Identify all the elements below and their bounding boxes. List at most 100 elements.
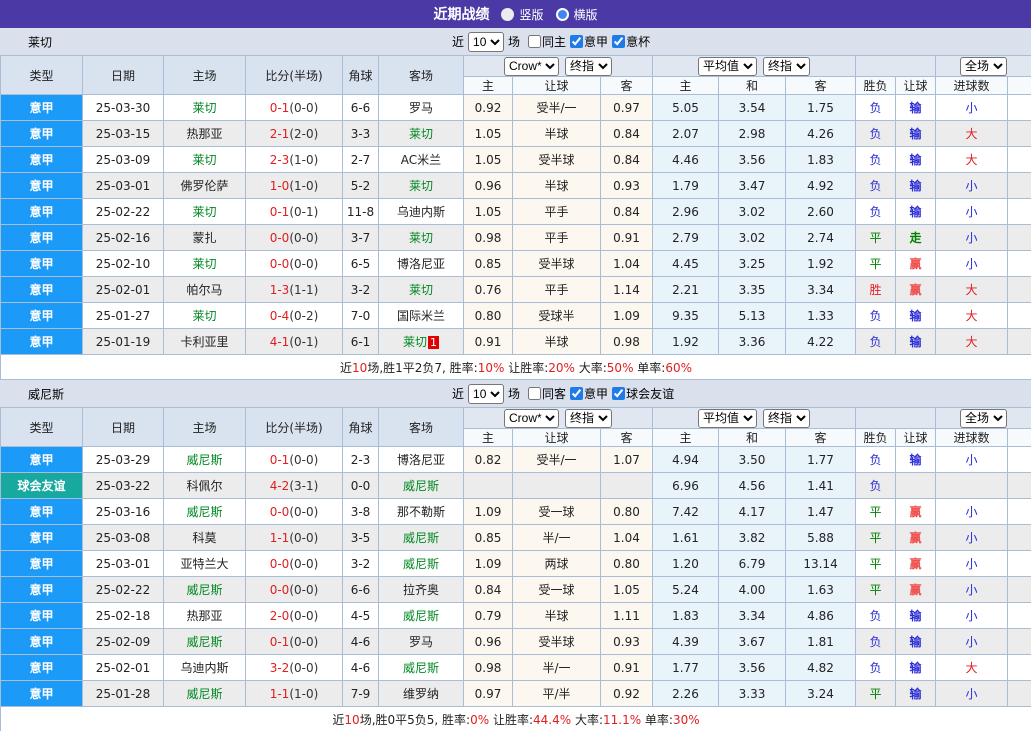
handicap-home-odds: 1.05 [464,199,513,225]
handicap-line: 半球 [513,329,601,355]
column-subheader: 让球 [896,77,936,95]
match-type: 意甲 [1,303,83,329]
score: 0-4(0-2) [246,303,343,329]
europe-away-odds: 4.92 [786,173,856,199]
match-row: 意甲25-03-09莱切2-3(1-0)2-7AC米兰1.05受半球0.844.… [1,147,1031,173]
result-goals: 大 [936,303,1008,329]
result-handicap: 赢 [896,551,936,577]
match-date: 25-03-29 [83,447,164,473]
odds-source-select[interactable]: 终指 [763,57,810,76]
europe-home-odds: 4.94 [653,447,719,473]
match-count-select[interactable]: 10 [468,32,504,52]
checkbox-label: 同客 [542,385,566,402]
result-handicap: 输 [896,121,936,147]
empty-cell [1008,329,1031,355]
corners: 2-7 [343,147,379,173]
filter-checkbox[interactable]: 同主 [528,33,566,50]
filter-checkbox[interactable]: 意杯 [612,33,650,50]
checkbox-同客[interactable] [528,387,541,400]
handicap-away-odds: 1.09 [601,303,653,329]
column-subheader: 和 [719,429,786,447]
empty-cell [1008,95,1031,121]
result-outcome: 胜 [856,277,896,303]
score: 2-0(0-0) [246,603,343,629]
odds-source-select[interactable]: 终指 [565,57,612,76]
match-count-select[interactable]: 10 [468,384,504,404]
checkbox-意甲[interactable] [570,387,583,400]
handicap-line: 半球 [513,603,601,629]
odds-source-select[interactable]: 全场 [960,409,1007,428]
handicap-home-odds: 0.82 [464,447,513,473]
handicap-home-odds: 0.85 [464,525,513,551]
half-time-score: (0-0) [289,557,318,571]
filter-checkboxes: 同主意甲意杯 [524,33,650,50]
result-handicap: 赢 [896,525,936,551]
result-outcome: 平 [856,225,896,251]
europe-away-odds: 2.74 [786,225,856,251]
europe-home-odds: 2.26 [653,681,719,707]
result-outcome: 平 [856,525,896,551]
match-type: 意甲 [1,447,83,473]
corners: 6-1 [343,329,379,355]
column-header: 角球 [343,56,379,95]
match-date: 25-02-22 [83,199,164,225]
away-team-label: 威尼斯 [403,479,439,493]
filter-checkbox[interactable]: 球会友谊 [612,385,674,402]
handicap-line: 受一球 [513,499,601,525]
match-type: 意甲 [1,95,83,121]
layout-radio-vertical[interactable]: 竖版 [501,6,543,23]
radio-unselected-icon [556,8,569,21]
match-row: 意甲25-03-15热那亚2-1(2-0)3-3莱切1.05半球0.842.07… [1,121,1031,147]
full-time-score: 3-2 [270,661,290,675]
away-team-label: 莱切 [403,335,427,349]
filter-checkbox[interactable]: 意甲 [570,385,608,402]
europe-draw-odds: 3.47 [719,173,786,199]
header-select-group: 全场 [936,56,1031,77]
odds-source-select[interactable]: 终指 [763,409,810,428]
odds-source-select[interactable]: Crow* [504,409,559,428]
result-handicap: 赢 [896,577,936,603]
column-subheader: 主 [653,429,719,447]
home-team: 科莫 [164,525,246,551]
checkbox-意甲[interactable] [570,35,583,48]
europe-away-odds: 1.77 [786,447,856,473]
summary-segment: 11.1% [603,713,641,727]
result-outcome: 平 [856,499,896,525]
corners: 6-5 [343,251,379,277]
odds-source-select[interactable]: Crow* [504,57,559,76]
europe-away-odds: 1.83 [786,147,856,173]
europe-away-odds: 1.63 [786,577,856,603]
column-subheader: 让球 [896,429,936,447]
europe-home-odds: 1.83 [653,603,719,629]
odds-source-select[interactable]: 平均值 [698,409,757,428]
handicap-line [513,473,601,499]
filter-checkbox[interactable]: 同客 [528,385,566,402]
result-goals: 小 [936,525,1008,551]
match-row: 意甲25-01-19卡利亚里4-1(0-1)6-1莱切10.91半球0.981.… [1,329,1031,355]
column-header: 比分(半场) [246,408,343,447]
checkbox-同主[interactable] [528,35,541,48]
odds-source-select[interactable]: 全场 [960,57,1007,76]
odds-source-select[interactable]: 终指 [565,409,612,428]
europe-away-odds: 5.88 [786,525,856,551]
layout-radio-horizontal[interactable]: 横版 [556,6,598,23]
odds-source-select[interactable]: 平均值 [698,57,757,76]
empty-cell [1008,655,1031,681]
checkbox-球会友谊[interactable] [612,387,625,400]
near-label: 近 [452,385,464,402]
summary-segment: 让胜率: [504,361,548,375]
corners: 7-0 [343,303,379,329]
europe-draw-odds: 3.35 [719,277,786,303]
team-section: 莱切 近 10 场 同主意甲意杯 类型日期主场比分(半场)角球客场Crow*终指… [0,28,1031,380]
match-type: 意甲 [1,329,83,355]
half-time-score: (0-0) [289,609,318,623]
match-row: 意甲25-03-08科莫1-1(0-0)3-5威尼斯0.85半/一1.041.6… [1,525,1031,551]
summary-cell: 近10场,胜1平2负7, 胜率:10% 让胜率:20% 大率:50% 单率:60… [1,355,1031,380]
checkbox-意杯[interactable] [612,35,625,48]
away-team-label: 莱切 [409,127,433,141]
column-subheader: 进球数 [936,429,1008,447]
match-date: 25-03-30 [83,95,164,121]
europe-draw-odds: 3.56 [719,655,786,681]
handicap-line: 平/半 [513,681,601,707]
filter-checkbox[interactable]: 意甲 [570,33,608,50]
